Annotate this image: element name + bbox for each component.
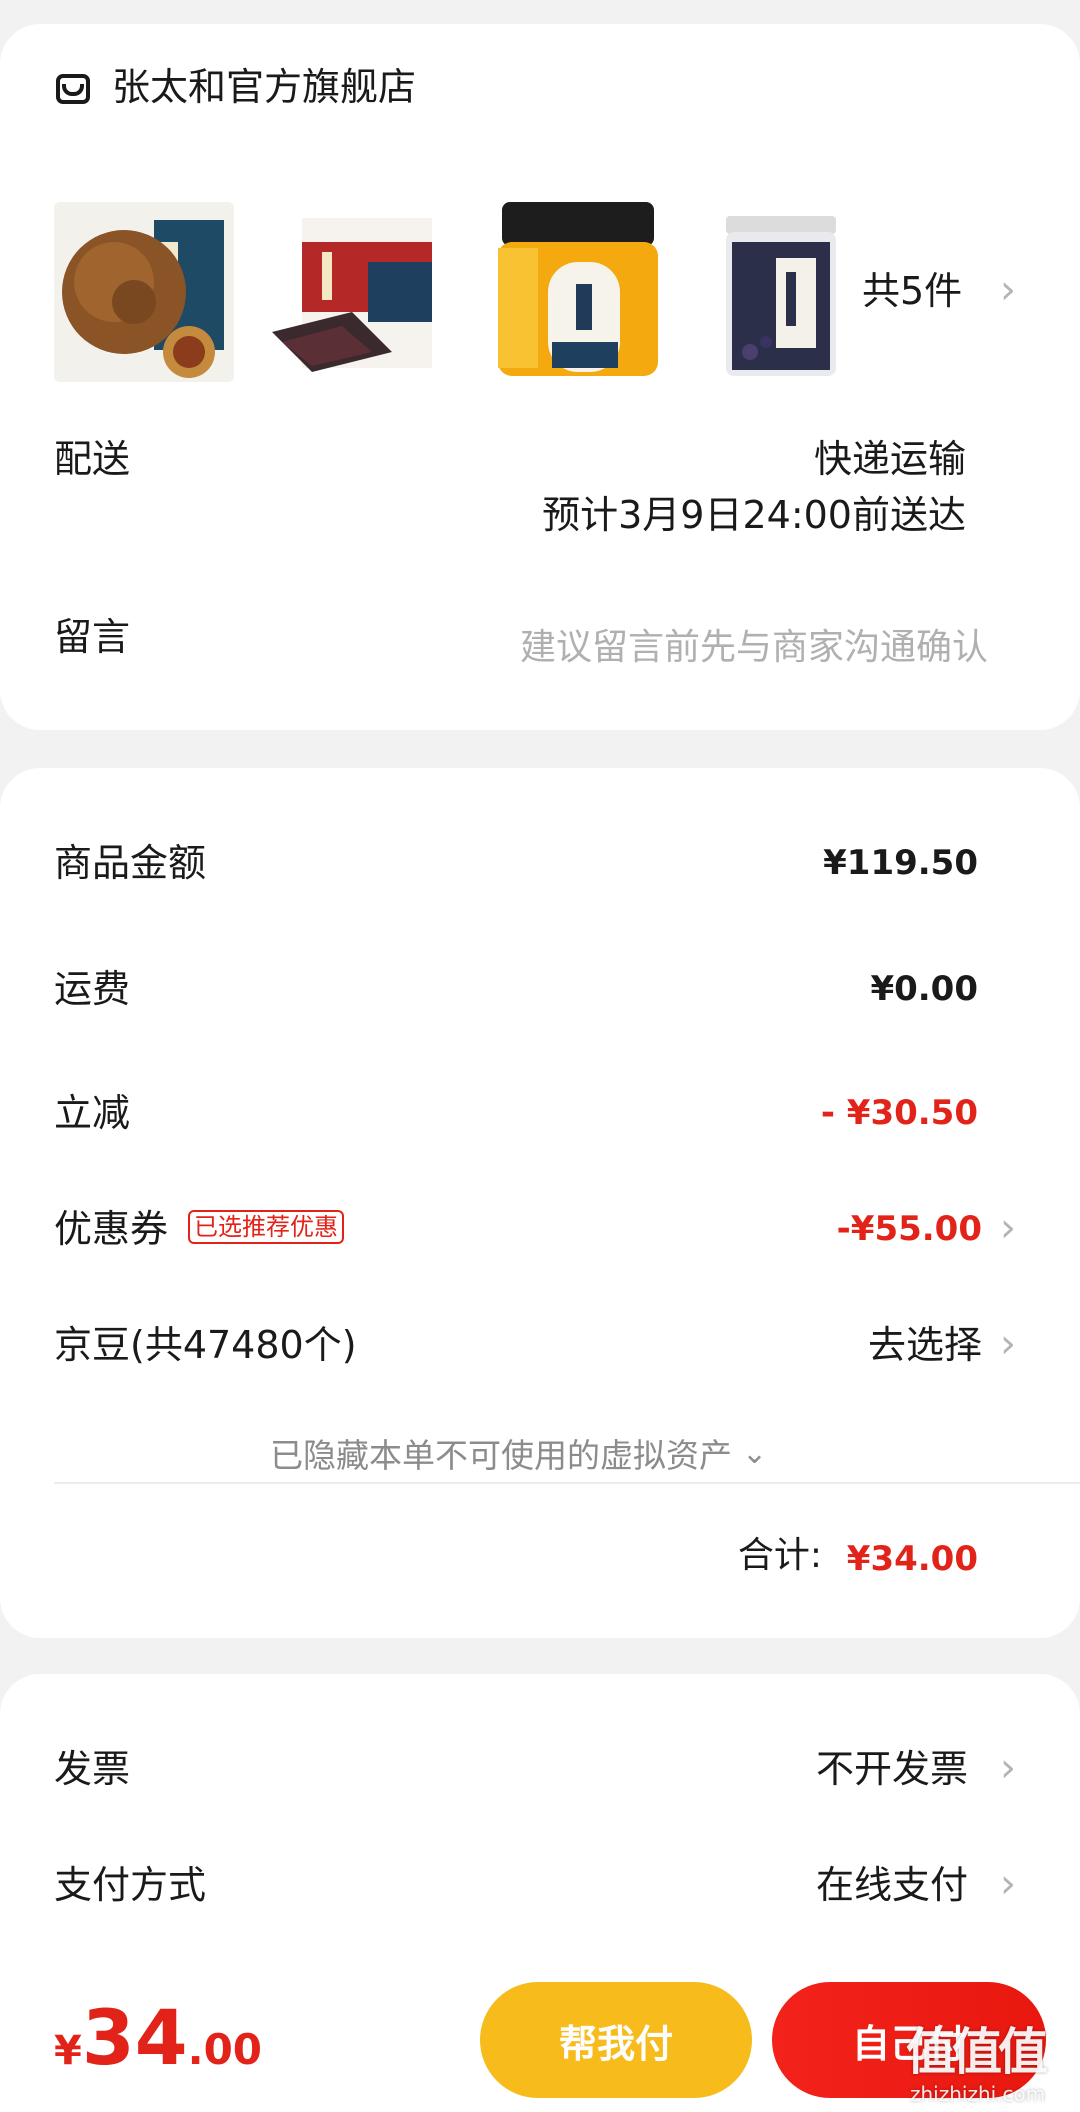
coupon-label: 优惠券 [54, 1207, 169, 1251]
discount-value: - ¥30.50 [820, 1093, 978, 1133]
message-label: 留言 [54, 615, 131, 659]
discount-label: 立减 [54, 1091, 131, 1135]
shipping-value: ¥0.00 [870, 969, 978, 1009]
order-store-card: 张太和官方旗舰店 共5件 › 配送 快递运输 预计3月9日24:00前送达 留言… [0, 24, 1080, 730]
delivery-method[interactable]: 快递运输 [814, 440, 966, 478]
hidden-assets-note: 已隐藏本单不可使用的虚拟资产 [270, 1436, 732, 1475]
chevron-right-icon: › [1000, 1745, 1016, 1791]
store-icon [56, 74, 90, 104]
invoice-row[interactable]: 发票 不开发票 › [0, 1730, 1080, 1820]
divider [54, 1482, 1080, 1484]
jd-beans-row[interactable]: 京豆(共47480个) 去选择 › [0, 1304, 1080, 1404]
chevron-right-icon: › [1000, 1861, 1016, 1907]
product-thumb-barley-tea[interactable] [54, 202, 234, 382]
invoice-value: 不开发票 [815, 1747, 968, 1791]
watermark-logo: 值值值 [906, 2023, 1048, 2081]
watermark-site: zhizhizhi.com [910, 2082, 1046, 2106]
product-list[interactable]: 共5件 › [0, 174, 1080, 384]
checkout-bar: ¥ 34 .00 帮我付 自己付 值值值 zhizhizhi.com [0, 1960, 1080, 2112]
delivery-label: 配送 [54, 437, 131, 481]
coupon-value: -¥55.00 [836, 1209, 982, 1249]
payment-method-value: 在线支付 [815, 1863, 968, 1907]
store-name[interactable]: 张太和官方旗舰店 [112, 68, 416, 106]
product-thumb-honey[interactable] [488, 202, 668, 382]
chevron-right-icon: › [1000, 1321, 1016, 1367]
message-input[interactable]: 建议留言前先与商家沟通确认 [520, 618, 988, 670]
product-thumb-black-goji[interactable] [706, 202, 886, 382]
chevron-down-icon: ⌄ [742, 1435, 768, 1471]
delivery-eta: 预计3月9日24:00前送达 [542, 493, 966, 537]
items-count[interactable]: 共5件 [862, 272, 962, 310]
total-price: ¥ 34 .00 [54, 2000, 262, 2076]
hidden-assets-toggle[interactable]: 已隐藏本单不可使用的虚拟资产 ⌄ [270, 1428, 767, 1478]
payment-method-label: 支付方式 [54, 1863, 207, 1907]
chevron-right-icon: › [1000, 1205, 1016, 1251]
currency-symbol: ¥ [54, 2028, 82, 2074]
chevron-right-icon: › [1000, 267, 1016, 313]
payment-method-row[interactable]: 支付方式 在线支付 › [0, 1846, 1080, 1936]
total-value: ¥34.00 [846, 1539, 978, 1579]
product-thumb-jujube-cake[interactable] [272, 202, 452, 382]
jd-beans-action: 去选择 [867, 1323, 982, 1367]
shipping-label: 运费 [54, 967, 131, 1011]
goods-amount-label: 商品金额 [54, 841, 207, 885]
jd-beans-label: 京豆(共47480个) [54, 1323, 357, 1367]
amounts-card: 商品金额 ¥119.50 运费 ¥0.00 立减 - ¥30.50 优惠券 已选… [0, 768, 1080, 1638]
invoice-payment-card: 发票 不开发票 › 支付方式 在线支付 › [0, 1674, 1080, 1994]
price-decimal: .00 [187, 2025, 263, 2074]
help-me-pay-button[interactable]: 帮我付 [480, 1982, 752, 2098]
coupon-badge: 已选推荐优惠 [188, 1210, 344, 1244]
total-label: 合计: [737, 1535, 822, 1576]
invoice-label: 发票 [54, 1747, 131, 1791]
goods-amount-value: ¥119.50 [823, 843, 978, 883]
price-integer: 34 [81, 1993, 188, 2082]
coupon-row[interactable]: 优惠券 已选推荐优惠 -¥55.00 › [0, 1188, 1080, 1288]
